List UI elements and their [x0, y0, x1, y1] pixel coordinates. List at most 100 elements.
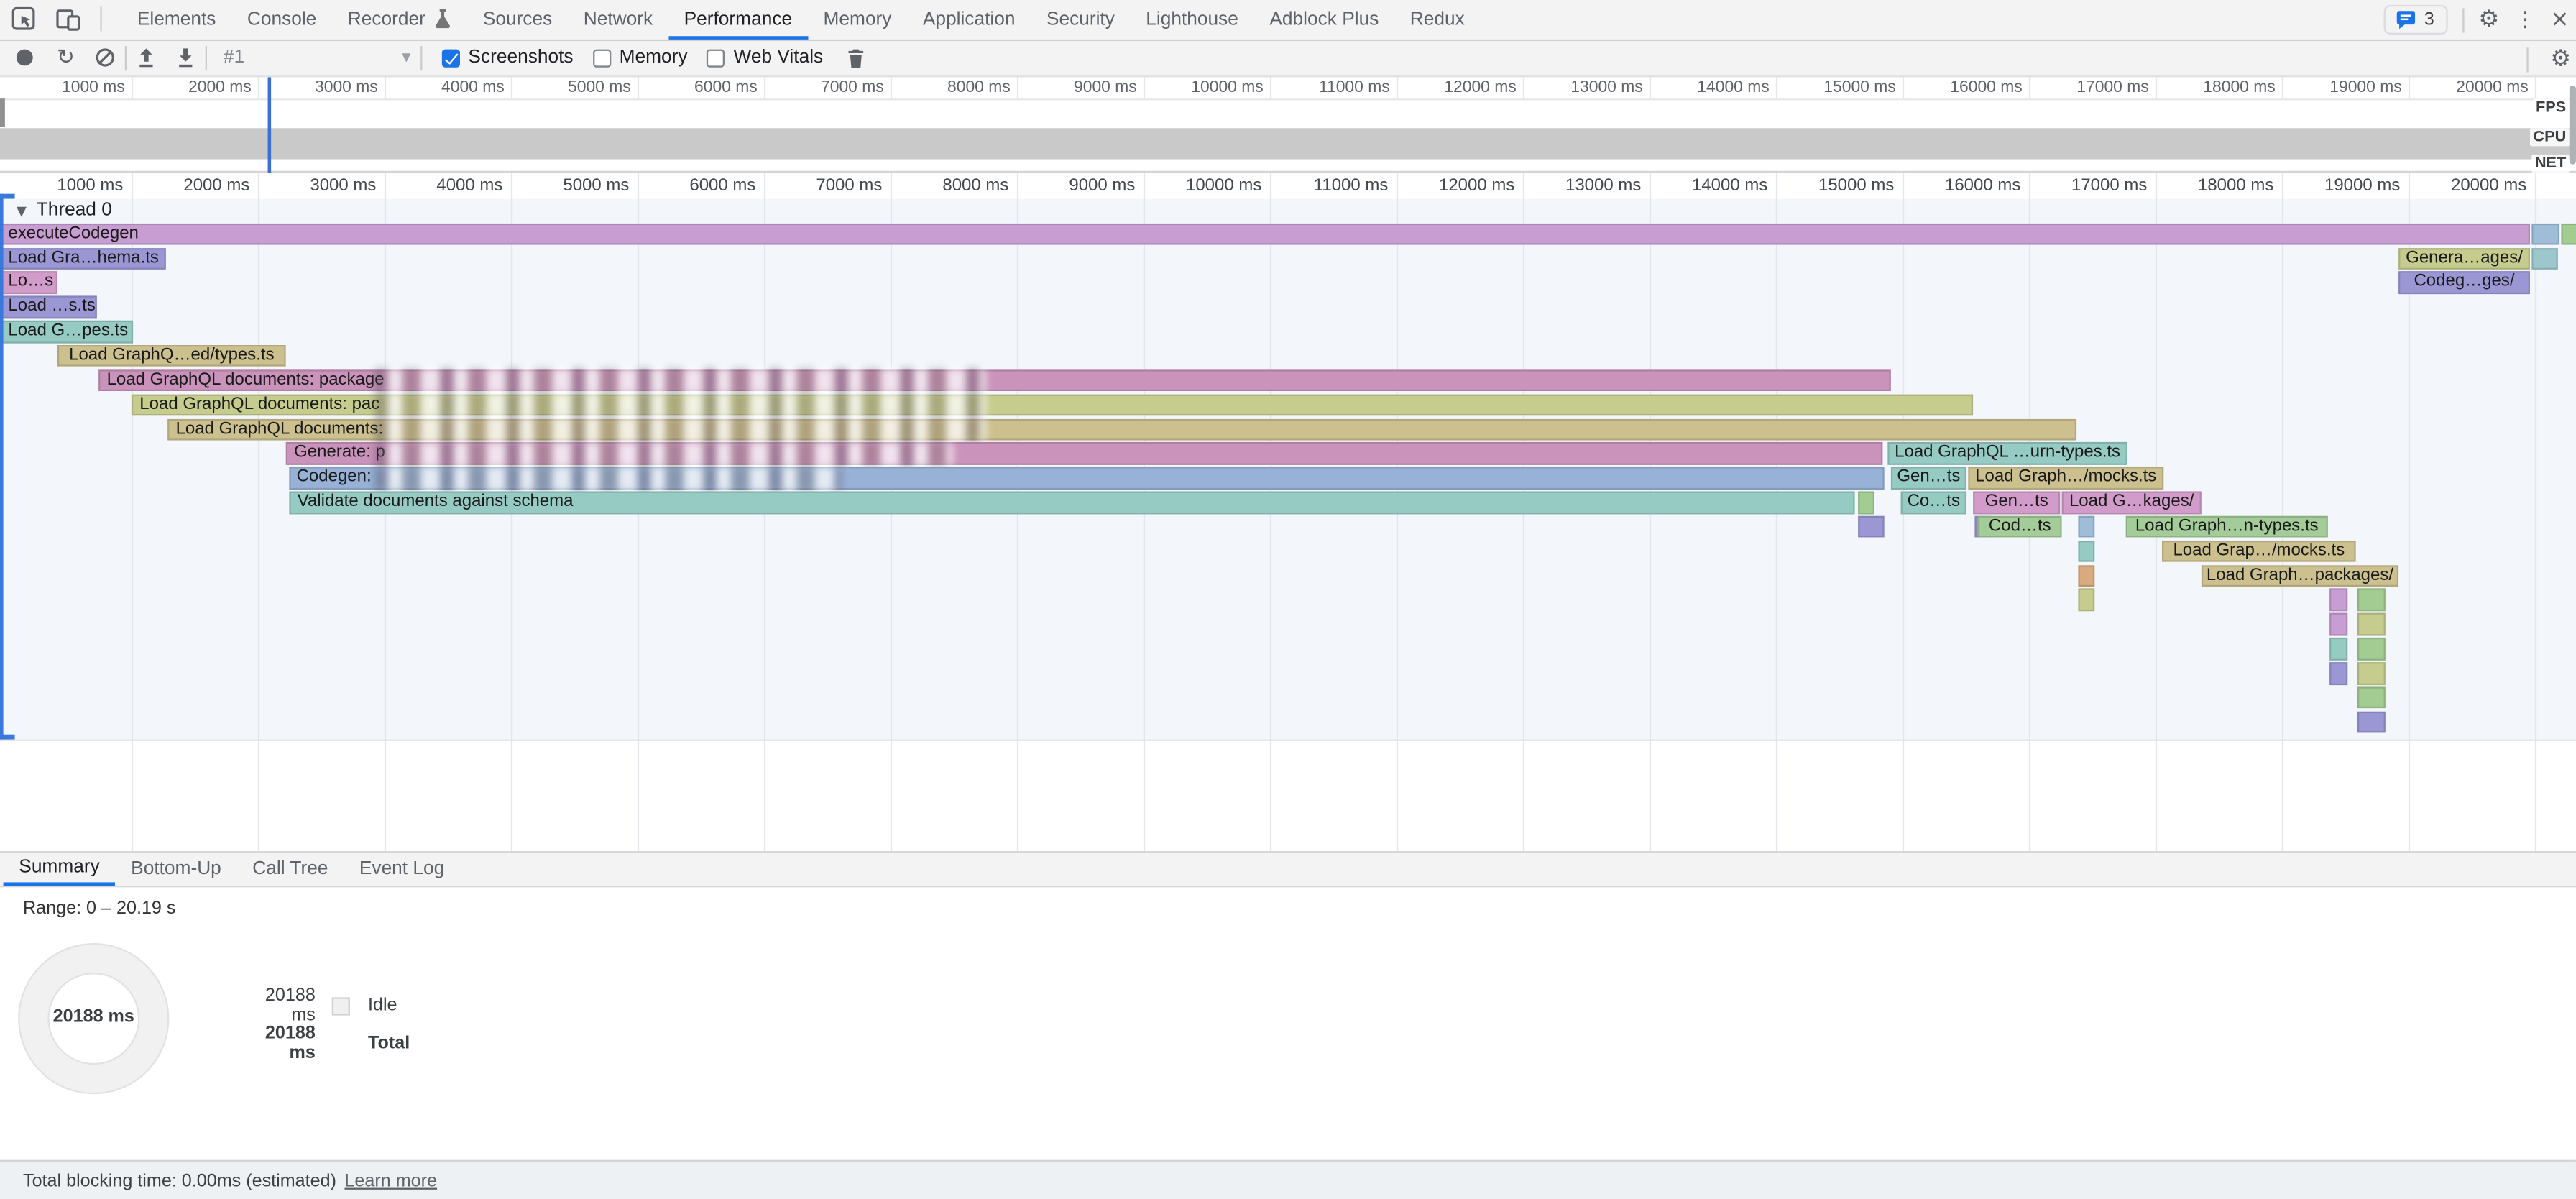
flame-bar[interactable] [2329, 589, 2347, 611]
cpu-lane [0, 127, 2576, 160]
tab-redux[interactable]: Redux [1394, 0, 1480, 39]
flame-bar[interactable]: Co…ts [1901, 492, 1966, 514]
overview-tick-label: 11000 ms [1319, 79, 1390, 97]
details-tab-summary[interactable]: Summary [4, 853, 116, 886]
flame-bar[interactable]: executeCodegen [0, 223, 2530, 245]
flame-bar[interactable] [1858, 515, 1885, 538]
checkbox-screenshots[interactable]: Screenshots [442, 48, 574, 68]
flame-bar[interactable] [2357, 613, 2386, 635]
flame-bar[interactable] [2329, 662, 2347, 684]
flame-bar[interactable]: Codeg…ges/ [2398, 272, 2530, 294]
timeline-overview[interactable]: 1000 ms2000 ms3000 ms4000 ms5000 ms6000 … [0, 77, 2576, 173]
flame-bar[interactable]: Load GraphQL …urn-types.ts [1887, 443, 2128, 465]
inspect-element-icon[interactable] [12, 7, 36, 32]
tab-memory[interactable]: Memory [808, 0, 907, 39]
flame-bar[interactable] [2329, 613, 2347, 635]
reload-and-record-button[interactable]: ↻ [46, 45, 86, 70]
issues-counter[interactable]: 3 [2383, 5, 2447, 35]
tab-elements[interactable]: Elements [121, 0, 231, 39]
learn-more-link[interactable]: Learn more [344, 1171, 437, 1190]
delete-recording-button[interactable] [836, 47, 875, 69]
flame-bar[interactable] [2077, 564, 2094, 587]
flame-bar[interactable] [2077, 515, 2094, 538]
vertical-scrollbar-thumb[interactable] [2569, 86, 2575, 165]
web-vitals-checkbox[interactable] [707, 49, 725, 67]
flame-bar[interactable] [2357, 662, 2386, 684]
flame-bar[interactable] [2357, 589, 2386, 611]
tab-sources[interactable]: Sources [467, 0, 568, 39]
flame-bar[interactable] [2357, 711, 2386, 733]
load-profile-button[interactable] [126, 47, 166, 69]
recording-session-select[interactable]: #1 ▼ [207, 40, 420, 75]
checkbox-label: Memory [620, 48, 688, 68]
gridline [2282, 173, 2283, 851]
flame-bar[interactable]: Load Gra…hema.ts [0, 247, 165, 270]
save-profile-button[interactable] [166, 47, 206, 69]
checkbox-label: Screenshots [468, 48, 573, 68]
flame-bar[interactable]: Load Graph…/mocks.ts [1968, 467, 2163, 490]
checkbox-web-vitals[interactable]: Web Vitals [707, 48, 823, 68]
tab-security[interactable]: Security [1031, 0, 1130, 39]
tab-recorder[interactable]: Recorder [332, 0, 467, 39]
flame-bar[interactable] [1858, 492, 1874, 514]
device-toolbar-icon[interactable] [56, 7, 80, 32]
flame-bar[interactable]: Load GraphQL documents: package [98, 369, 1891, 392]
close-devtools-icon[interactable]: × [2550, 7, 2570, 34]
flame-bar[interactable]: Gen…ts [1973, 492, 2060, 514]
ruler-tick-label: 10000 ms [1186, 176, 1261, 196]
overview-tick-label: 12000 ms [1444, 79, 1516, 97]
tab-performance[interactable]: Performance [668, 0, 808, 39]
record-button[interactable] [4, 50, 46, 66]
net-lane-label: NET [2531, 155, 2570, 173]
fps-lane [0, 98, 2576, 127]
ruler-tick-label: 1000 ms [57, 176, 123, 196]
flame-bar[interactable]: Load Grap…/mocks.ts [2162, 540, 2356, 562]
tab-lighthouse[interactable]: Lighthouse [1131, 0, 1254, 39]
flame-bar[interactable]: Lo…s [0, 272, 58, 294]
overview-tick-label: 17000 ms [2076, 79, 2148, 97]
clear-recording-button[interactable] [86, 48, 125, 68]
status-footer: Total blocking time: 0.00ms (estimated) … [0, 1160, 2576, 1199]
capture-settings-gear-icon[interactable]: ⚙ [2550, 45, 2571, 72]
memory-checkbox[interactable] [593, 49, 611, 67]
flame-bar[interactable] [2077, 589, 2094, 611]
flame-bar[interactable] [2329, 638, 2347, 660]
flame-bar[interactable] [2531, 247, 2558, 270]
details-tab-call-tree[interactable]: Call Tree [237, 853, 344, 886]
settings-gear-icon[interactable]: ⚙ [2478, 7, 2499, 34]
thread-header[interactable]: ▼ Thread 0 [17, 201, 112, 220]
ruler-tick-label: 8000 ms [942, 176, 1008, 196]
idle-label: Idle [368, 996, 397, 1016]
flame-bar[interactable]: Load Graph…packages/ [2202, 564, 2398, 587]
overview-left-handle[interactable] [0, 98, 5, 127]
ruler-tick-label: 9000 ms [1069, 176, 1135, 196]
details-tab-bottom-up[interactable]: Bottom-Up [115, 853, 236, 886]
overview-tick-label: 8000 ms [947, 79, 1011, 97]
devtools-window: ElementsConsoleRecorderSourcesNetworkPer… [0, 0, 2576, 1199]
tab-application[interactable]: Application [907, 0, 1031, 39]
tab-console[interactable]: Console [231, 0, 332, 39]
issues-count: 3 [2424, 10, 2434, 29]
flame-bar[interactable]: Load G…kages/ [2062, 492, 2202, 514]
flame-bar[interactable]: Genera…ages/ [2398, 247, 2530, 270]
flame-bar[interactable]: Gen…ts [1891, 467, 1966, 490]
flame-bar[interactable]: Cod…ts [1978, 515, 2062, 538]
screenshots-checkbox[interactable] [442, 49, 460, 67]
flame-bar[interactable]: Validate documents against schema [289, 492, 1854, 514]
flame-bar[interactable]: Load Graph…n-types.ts [2126, 515, 2328, 538]
checkbox-memory[interactable]: Memory [593, 48, 687, 68]
flame-bar[interactable] [2077, 540, 2094, 562]
details-tab-event-log[interactable]: Event Log [344, 853, 460, 886]
flame-bar[interactable] [2531, 223, 2559, 245]
flame-bar[interactable] [2560, 223, 2576, 245]
tab-network[interactable]: Network [568, 0, 668, 39]
flame-bar[interactable]: Load G…pes.ts [0, 321, 132, 343]
total-blocking-time-text: Total blocking time: 0.00ms (estimated) [23, 1171, 336, 1190]
flame-chart-pane[interactable]: 1000 ms2000 ms3000 ms4000 ms5000 ms6000 … [0, 173, 2576, 851]
flame-bar[interactable] [2357, 638, 2386, 660]
flame-bar[interactable]: Load …s.ts [0, 296, 97, 318]
flame-bar[interactable] [2357, 686, 2386, 709]
tab-adblock-plus[interactable]: Adblock Plus [1254, 0, 1394, 39]
more-options-kebab-icon[interactable]: ⋮ [2514, 8, 2536, 32]
flame-bar[interactable]: Load GraphQ…ed/types.ts [58, 345, 286, 367]
